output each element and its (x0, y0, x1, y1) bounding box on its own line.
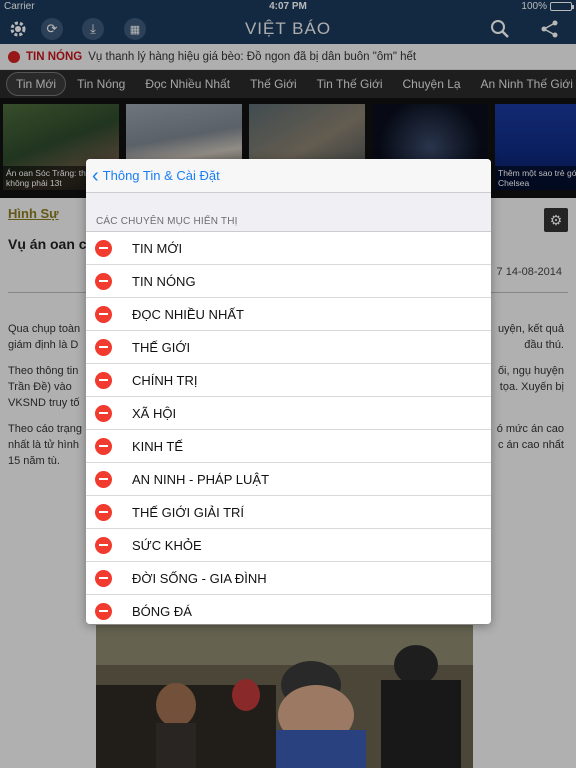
list-item[interactable]: KINH TẾ (86, 430, 491, 463)
list-item-label: CHÍNH TRỊ (132, 372, 198, 388)
list-item-label: KINH TẾ (132, 438, 184, 454)
delete-circle-icon[interactable] (95, 602, 112, 620)
popover-nav-bar: ‹ Thông Tin & Cài Đặt (86, 159, 491, 193)
list-item-label: TIN NÓNG (132, 273, 196, 289)
list-item[interactable]: BÓNG ĐÁ (86, 595, 491, 624)
list-item[interactable]: XÃ HỘI (86, 397, 491, 430)
list-item-label: TIN MỚI (132, 240, 183, 256)
list-item[interactable]: ĐỜI SỐNG - GIA ĐÌNH (86, 562, 491, 595)
list-item-label: BÓNG ĐÁ (132, 603, 192, 619)
chevron-left-icon[interactable]: ‹ (92, 166, 99, 186)
category-list: TIN MỚI TIN NÓNG ĐỌC NHIỀU NHẤT THẾ GIỚI… (86, 231, 491, 624)
list-item[interactable]: AN NINH - PHÁP LUẬT (86, 463, 491, 496)
list-item-label: ĐỌC NHIỀU NHẤT (132, 306, 244, 322)
delete-circle-icon[interactable] (95, 503, 112, 521)
list-item-label: THẾ GIỚI GIẢI TRÍ (132, 504, 245, 520)
list-item[interactable]: THẾ GIỚI (86, 331, 491, 364)
list-item[interactable]: TIN MỚI (86, 232, 491, 265)
list-item[interactable]: THẾ GIỚI GIẢI TRÍ (86, 496, 491, 529)
delete-circle-icon[interactable] (95, 239, 112, 257)
list-item[interactable]: ĐỌC NHIỀU NHẤT (86, 298, 491, 331)
list-item-label: SỨC KHỎE (132, 537, 202, 553)
delete-circle-icon[interactable] (95, 338, 112, 356)
delete-circle-icon[interactable] (95, 437, 112, 455)
settings-popover: ‹ Thông Tin & Cài Đặt CÁC CHUYÊN MỤC HIỂ… (86, 159, 491, 624)
list-item[interactable]: SỨC KHỎE (86, 529, 491, 562)
back-button[interactable]: Thông Tin & Cài Đặt (103, 168, 220, 183)
section-header: CÁC CHUYÊN MỤC HIỂN THỊ (96, 216, 238, 227)
delete-circle-icon[interactable] (95, 470, 112, 488)
delete-circle-icon[interactable] (95, 371, 112, 389)
delete-circle-icon[interactable] (95, 404, 112, 422)
list-item-label: AN NINH - PHÁP LUẬT (132, 471, 270, 487)
list-item[interactable]: TIN NÓNG (86, 265, 491, 298)
list-item-label: XÃ HỘI (132, 405, 177, 421)
list-item-label: ĐỜI SỐNG - GIA ĐÌNH (132, 570, 267, 586)
delete-circle-icon[interactable] (95, 536, 112, 554)
list-item-label: THẾ GIỚI (132, 339, 191, 355)
list-item[interactable]: CHÍNH TRỊ (86, 364, 491, 397)
delete-circle-icon[interactable] (95, 305, 112, 323)
delete-circle-icon[interactable] (95, 272, 112, 290)
delete-circle-icon[interactable] (95, 569, 112, 587)
